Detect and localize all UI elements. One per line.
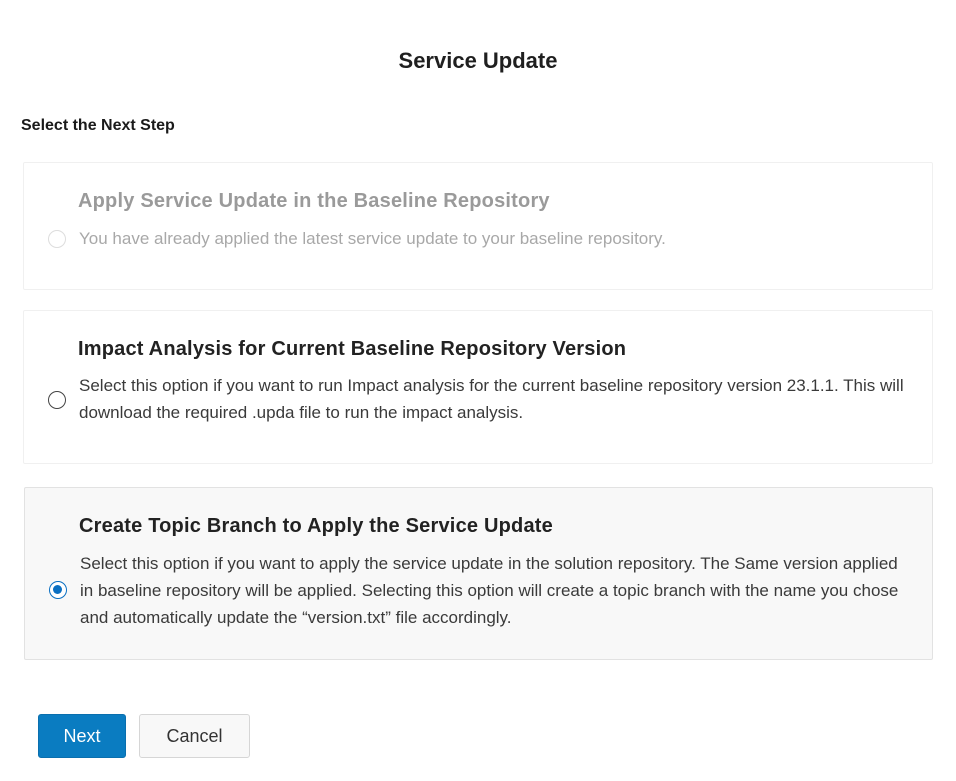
option-title: Impact Analysis for Current Baseline Rep…: [78, 338, 627, 360]
option-apply-baseline: Apply Service Update in the Baseline Rep…: [23, 162, 933, 290]
option-description: Select this option if you want to run Im…: [79, 376, 904, 422]
radio-impact-analysis[interactable]: [48, 391, 66, 409]
option-title: Create Topic Branch to Apply the Service…: [79, 515, 553, 537]
section-label: Select the Next Step: [21, 117, 175, 134]
option-description: You have already applied the latest serv…: [79, 229, 666, 248]
option-create-topic-branch[interactable]: Create Topic Branch to Apply the Service…: [24, 487, 933, 660]
next-button[interactable]: Next: [38, 714, 126, 758]
cancel-button[interactable]: Cancel: [139, 714, 250, 758]
radio-apply-baseline: [48, 230, 66, 248]
option-impact-analysis[interactable]: Impact Analysis for Current Baseline Rep…: [23, 310, 933, 464]
dialog-title: Service Update: [398, 48, 558, 73]
option-title: Apply Service Update in the Baseline Rep…: [78, 190, 550, 212]
service-update-dialog: Service Update Select the Next Step Appl…: [0, 0, 956, 781]
option-description: Select this option if you want to apply …: [80, 554, 899, 627]
radio-create-topic-branch[interactable]: [49, 581, 67, 599]
